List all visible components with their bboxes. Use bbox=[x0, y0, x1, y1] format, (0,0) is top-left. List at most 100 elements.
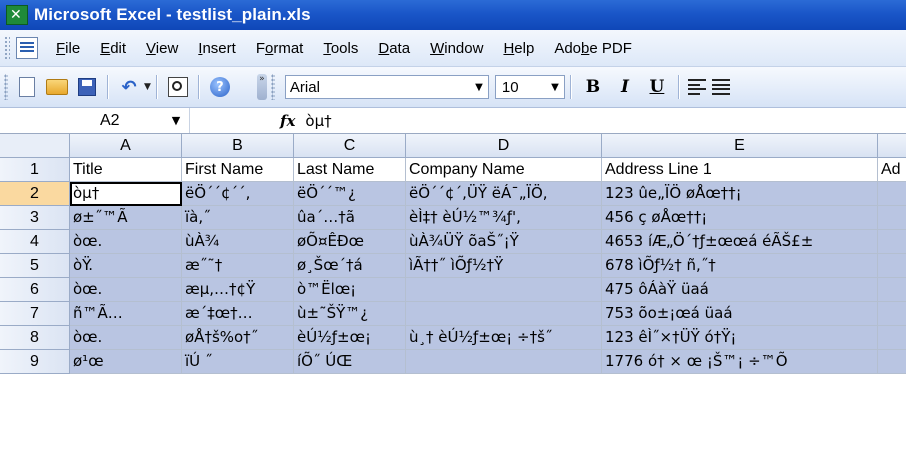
column-header-f[interactable] bbox=[878, 134, 906, 158]
data-cell[interactable]: ø±˝™Ã bbox=[70, 206, 182, 230]
header-cell[interactable]: First Name bbox=[182, 158, 294, 182]
data-cell[interactable]: ùÀ¾ÜŸ õaŠ˝¡Ÿ bbox=[406, 230, 602, 254]
data-cell[interactable]: ñ™Ã… bbox=[70, 302, 182, 326]
data-cell[interactable]: 4653 íÆ„Ö´†ƒ±œœá éÃŠ£± bbox=[602, 230, 878, 254]
row-header[interactable]: 2 bbox=[0, 182, 70, 206]
data-cell[interactable] bbox=[878, 182, 906, 206]
excel-app-icon[interactable] bbox=[6, 5, 28, 25]
data-cell[interactable]: æ´‡œ†… bbox=[182, 302, 294, 326]
data-cell[interactable]: ø¸Šœ´†á bbox=[294, 254, 406, 278]
data-cell[interactable] bbox=[406, 278, 602, 302]
toolbar-grip[interactable] bbox=[4, 74, 8, 100]
workbook-icon[interactable] bbox=[16, 37, 38, 59]
data-cell[interactable]: ùÀ¾ bbox=[182, 230, 294, 254]
menu-window[interactable]: Window bbox=[420, 40, 493, 57]
data-cell[interactable]: 123 ûe„ÏÖ øÅœ††¡ bbox=[602, 182, 878, 206]
data-cell[interactable]: èÌ‡† èÚ½™¾ƒ', bbox=[406, 206, 602, 230]
data-cell[interactable]: 123 êÌ˝×†ÜŸ ó†Ÿ¡ bbox=[602, 326, 878, 350]
menu-tools[interactable]: Tools bbox=[313, 40, 368, 57]
data-cell[interactable] bbox=[878, 350, 906, 374]
data-cell[interactable]: 1776 ó† × œ ¡Š™¡ ÷™Õ bbox=[602, 350, 878, 374]
data-cell[interactable]: 678 ìÕƒ½† ñ,˝† bbox=[602, 254, 878, 278]
active-cell[interactable]: òµ† bbox=[70, 182, 182, 206]
data-cell[interactable]: øÕ¤ÊÐœ bbox=[294, 230, 406, 254]
chevron-down-icon[interactable]: ▼ bbox=[470, 76, 488, 98]
insert-function-icon[interactable]: fx bbox=[280, 112, 295, 130]
menu-edit[interactable]: Edit bbox=[90, 40, 136, 57]
data-cell[interactable] bbox=[878, 206, 906, 230]
menu-view[interactable]: View bbox=[136, 40, 188, 57]
column-header-d[interactable]: D bbox=[406, 134, 602, 158]
data-cell[interactable]: æµ,…†¢Ÿ bbox=[182, 278, 294, 302]
chevron-down-icon[interactable]: ▼ bbox=[151, 114, 201, 127]
menu-grip[interactable] bbox=[4, 36, 10, 60]
chevron-down-icon[interactable]: ▼ bbox=[546, 76, 564, 98]
data-cell[interactable]: 475 ôÁàŸ üaá bbox=[602, 278, 878, 302]
name-box[interactable]: A2 ▼ bbox=[0, 108, 190, 133]
data-cell[interactable]: 753 õo±¡œá üaá bbox=[602, 302, 878, 326]
row-header[interactable]: 6 bbox=[0, 278, 70, 302]
header-cell[interactable]: Title bbox=[70, 158, 182, 182]
data-cell[interactable]: ëÖ´´¢´,ÜŸ ëÁ¯„ÏÖ, bbox=[406, 182, 602, 206]
font-size-combo[interactable]: 10 ▼ bbox=[494, 75, 565, 99]
open-button[interactable] bbox=[45, 75, 69, 99]
data-cell[interactable]: èÚ½ƒ±œ¡ bbox=[294, 326, 406, 350]
data-cell[interactable]: ëÖ´´¢´´, bbox=[182, 182, 294, 206]
undo-button[interactable]: ↶ bbox=[117, 75, 141, 99]
formula-input[interactable]: òµ† bbox=[305, 112, 331, 130]
italic-button[interactable]: I bbox=[612, 75, 638, 99]
align-center-icon[interactable] bbox=[711, 79, 730, 95]
save-button[interactable] bbox=[75, 75, 99, 99]
data-cell[interactable]: ø¹œ bbox=[70, 350, 182, 374]
row-header[interactable]: 9 bbox=[0, 350, 70, 374]
column-header-b[interactable]: B bbox=[182, 134, 294, 158]
select-all-corner[interactable] bbox=[0, 134, 70, 158]
data-cell[interactable]: ò™Ëlœ¡ bbox=[294, 278, 406, 302]
data-cell[interactable] bbox=[878, 254, 906, 278]
menu-data[interactable]: Data bbox=[368, 40, 420, 57]
header-cell[interactable]: Last Name bbox=[294, 158, 406, 182]
title-bar[interactable]: Microsoft Excel - testlist_plain.xls bbox=[0, 0, 906, 30]
research-button[interactable] bbox=[166, 75, 190, 99]
column-header-c[interactable]: C bbox=[294, 134, 406, 158]
menu-help[interactable]: Help bbox=[493, 40, 544, 57]
data-cell[interactable]: òœ. bbox=[70, 230, 182, 254]
data-cell[interactable]: ëÖ´´™¿ bbox=[294, 182, 406, 206]
row-header[interactable]: 1 bbox=[0, 158, 70, 182]
data-cell[interactable]: ûa´…†ã bbox=[294, 206, 406, 230]
data-cell[interactable]: ìÃ††˝ ìÕƒ½†Ÿ bbox=[406, 254, 602, 278]
data-cell[interactable]: òœ. bbox=[70, 278, 182, 302]
menu-adobe-pdf[interactable]: Adobe PDF bbox=[544, 40, 642, 57]
menu-format[interactable]: Format bbox=[246, 40, 314, 57]
data-cell[interactable]: òœ. bbox=[70, 326, 182, 350]
formatting-toolbar-grip[interactable] bbox=[270, 74, 275, 100]
row-header[interactable]: 8 bbox=[0, 326, 70, 350]
header-cell[interactable]: Ad bbox=[878, 158, 906, 182]
data-cell[interactable] bbox=[878, 326, 906, 350]
menu-insert[interactable]: Insert bbox=[188, 40, 246, 57]
font-name-combo[interactable]: Arial ▼ bbox=[284, 75, 489, 99]
column-header-e[interactable]: E bbox=[602, 134, 878, 158]
data-cell[interactable] bbox=[878, 302, 906, 326]
undo-dropdown-icon[interactable]: ▼ bbox=[144, 82, 151, 92]
data-cell[interactable] bbox=[406, 302, 602, 326]
align-left-icon[interactable] bbox=[687, 79, 706, 95]
header-cell[interactable]: Company Name bbox=[406, 158, 602, 182]
data-cell[interactable]: íÕ˝ ÚŒ bbox=[294, 350, 406, 374]
row-header[interactable]: 7 bbox=[0, 302, 70, 326]
toolbar-options-icon[interactable]: » bbox=[256, 74, 267, 100]
header-cell[interactable]: Address Line 1 bbox=[602, 158, 878, 182]
data-cell[interactable]: ù±˜ŠŸ™¿ bbox=[294, 302, 406, 326]
menu-file[interactable]: File bbox=[46, 40, 90, 57]
data-cell[interactable]: ù¸† èÚ½ƒ±œ¡ ÷†š˝ bbox=[406, 326, 602, 350]
data-cell[interactable]: æ˝˜† bbox=[182, 254, 294, 278]
help-button[interactable]: ? bbox=[208, 75, 232, 99]
data-cell[interactable]: ïÚ ˝ bbox=[182, 350, 294, 374]
data-cell[interactable] bbox=[406, 350, 602, 374]
bold-button[interactable]: B bbox=[580, 75, 606, 99]
row-header[interactable]: 4 bbox=[0, 230, 70, 254]
row-header[interactable]: 5 bbox=[0, 254, 70, 278]
data-cell[interactable]: 456 ç øÅœ††¡ bbox=[602, 206, 878, 230]
underline-button[interactable]: U bbox=[644, 75, 670, 99]
data-cell[interactable] bbox=[878, 278, 906, 302]
